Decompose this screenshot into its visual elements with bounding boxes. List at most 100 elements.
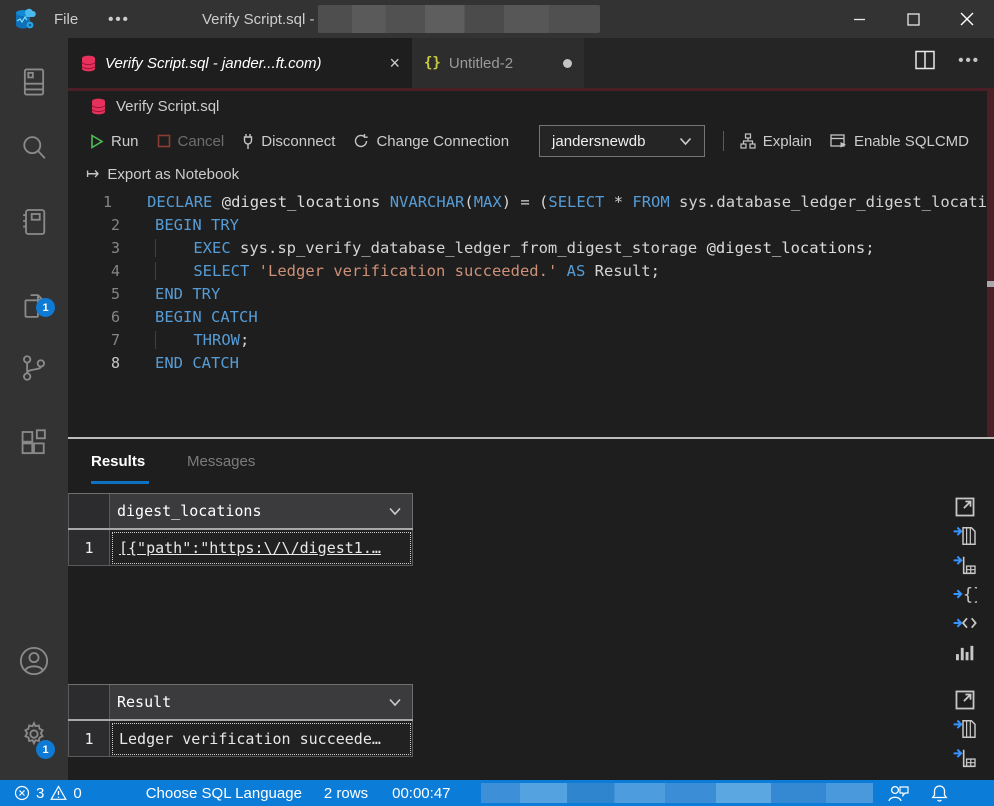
change-connection-button[interactable]: Change Connection xyxy=(353,133,509,150)
connection-color-strip xyxy=(987,91,994,437)
sql-database-icon xyxy=(90,98,107,115)
source-control-icon[interactable] xyxy=(18,352,50,384)
scrollbar-thumb[interactable] xyxy=(987,281,994,287)
search-icon[interactable] xyxy=(18,132,50,164)
line-number: 5 xyxy=(68,285,120,303)
code-text: THROW; xyxy=(155,331,249,349)
results-panel: Results Messages digest_locations 1 [{"p… xyxy=(68,439,994,780)
results-grid-digest-locations: digest_locations 1 [{"path":"https:\/\/d… xyxy=(68,493,413,566)
save-as-excel-icon[interactable] xyxy=(952,552,979,578)
export-as-notebook-button[interactable]: Export as Notebook xyxy=(107,166,239,183)
code-text: END CATCH xyxy=(155,354,239,372)
close-button[interactable] xyxy=(940,0,994,38)
unsaved-dot-icon[interactable] xyxy=(563,59,572,68)
plug-icon xyxy=(242,133,254,150)
chevron-down-icon[interactable] xyxy=(388,507,402,516)
menu-file[interactable]: File xyxy=(38,0,94,38)
cancel-button[interactable]: Cancel xyxy=(157,133,225,150)
notebooks-icon[interactable] xyxy=(18,206,50,238)
code-lines: 1 DECLARE @digest_locations NVARCHAR(MAX)… xyxy=(68,190,987,374)
connections-icon[interactable] xyxy=(18,66,50,98)
save-as-csv-icon[interactable] xyxy=(952,716,979,742)
tab-results[interactable]: Results xyxy=(91,453,145,470)
maximize-button[interactable] xyxy=(886,0,940,38)
save-as-json-icon[interactable]: {} xyxy=(952,581,979,607)
settings-badge: 1 xyxy=(36,740,55,759)
code-line[interactable]: 6 BEGIN CATCH xyxy=(68,305,987,328)
grid-header: Result xyxy=(68,684,413,721)
code-line[interactable]: 7 THROW; xyxy=(68,328,987,351)
grid1-actions: {} xyxy=(948,494,982,668)
problems-indicator[interactable]: 3 0 xyxy=(14,785,82,802)
explain-button[interactable]: Explain xyxy=(740,133,812,150)
menu-more[interactable]: ••• xyxy=(94,11,144,28)
cancel-icon xyxy=(157,134,171,148)
tab-messages[interactable]: Messages xyxy=(187,453,255,470)
disconnect-button[interactable]: Disconnect xyxy=(242,133,335,150)
grid-corner-cell[interactable] xyxy=(68,494,110,528)
redacted-status-text xyxy=(481,783,873,803)
line-number: 4 xyxy=(68,262,120,280)
save-as-csv-icon[interactable] xyxy=(952,523,979,549)
view-as-chart-icon[interactable] xyxy=(952,639,979,665)
database-dropdown[interactable]: jandersnewdb xyxy=(539,125,705,157)
account-icon[interactable] xyxy=(18,645,50,677)
code-line[interactable]: 1 DECLARE @digest_locations NVARCHAR(MAX)… xyxy=(68,190,987,213)
warning-icon xyxy=(50,785,67,801)
code-text: BEGIN CATCH xyxy=(155,308,258,326)
tab-untitled-2[interactable]: {} Untitled-2 xyxy=(412,38,584,88)
breadcrumb-file[interactable]: Verify Script.sql xyxy=(116,98,219,115)
chevron-down-icon[interactable] xyxy=(388,698,402,707)
maximize-icon[interactable] xyxy=(952,494,979,520)
line-number: 2 xyxy=(68,216,120,234)
save-as-excel-icon[interactable] xyxy=(952,745,979,771)
chevron-down-icon xyxy=(679,137,692,146)
sqlcmd-icon xyxy=(830,133,847,149)
line-number: 7 xyxy=(68,331,120,349)
window-controls xyxy=(832,0,994,38)
redacted-title-text xyxy=(318,5,600,33)
code-text: SELECT 'Ledger verification succeeded.' … xyxy=(155,262,660,280)
code-line[interactable]: 2BEGIN TRY xyxy=(68,213,987,236)
more-actions-icon[interactable]: ••• xyxy=(958,52,980,69)
warning-count: 0 xyxy=(73,785,81,802)
editor-actions: ••• xyxy=(914,50,980,70)
row-number-cell[interactable]: 1 xyxy=(68,721,110,757)
language-selector[interactable]: Choose SQL Language xyxy=(146,785,302,802)
column-header[interactable]: digest_locations xyxy=(110,494,413,528)
tab-close-icon[interactable]: × xyxy=(389,53,400,74)
code-editor[interactable]: 1 DECLARE @digest_locations NVARCHAR(MAX)… xyxy=(68,188,987,437)
line-number: 6 xyxy=(68,308,120,326)
run-button[interactable]: Run xyxy=(90,133,139,150)
grid-corner-cell[interactable] xyxy=(68,685,110,719)
feedback-icon[interactable] xyxy=(887,784,909,802)
minimize-button[interactable] xyxy=(832,0,886,38)
result-cell-link[interactable]: [{"path":"https:\/\/digest1.… xyxy=(110,530,413,566)
tab-label: Verify Script.sql - jander...ft.com) xyxy=(105,55,321,72)
breadcrumb: Verify Script.sql xyxy=(68,91,987,122)
export-bar: ↦ Export as Notebook xyxy=(68,160,987,188)
elapsed-time: 00:00:47 xyxy=(392,785,450,802)
explain-plan-icon xyxy=(740,133,756,149)
code-text: DECLARE @digest_locations NVARCHAR(MAX) … xyxy=(147,193,987,211)
notifications-bell-icon[interactable] xyxy=(931,784,948,802)
code-line[interactable]: 5END TRY xyxy=(68,282,987,305)
line-number: 1 xyxy=(68,193,112,211)
column-header[interactable]: Result xyxy=(110,685,413,719)
toolbar-separator xyxy=(723,131,724,151)
enable-sqlcmd-button[interactable]: Enable SQLCMD xyxy=(830,133,969,150)
code-line[interactable]: 8END CATCH xyxy=(68,351,987,374)
table-row: 1 [{"path":"https:\/\/digest1.… xyxy=(68,530,413,566)
row-number-cell[interactable]: 1 xyxy=(68,530,110,566)
tab-verify-script[interactable]: Verify Script.sql - jander...ft.com) × xyxy=(68,38,412,88)
code-line[interactable]: 4 SELECT 'Ledger verification succeeded.… xyxy=(68,259,987,282)
extensions-icon[interactable] xyxy=(18,428,50,460)
maximize-icon[interactable] xyxy=(952,687,979,713)
result-cell[interactable]: Ledger verification succeede… xyxy=(110,721,413,757)
status-bar: 3 0 Choose SQL Language 2 rows 00:00:47 xyxy=(0,780,994,806)
activity-bar: 1 1 xyxy=(0,38,68,780)
code-line[interactable]: 3 EXEC sys.sp_verify_database_ledger_fro… xyxy=(68,236,987,259)
save-as-xml-icon[interactable] xyxy=(952,610,979,636)
tab-label: Untitled-2 xyxy=(449,55,513,72)
split-editor-icon[interactable] xyxy=(914,50,936,70)
